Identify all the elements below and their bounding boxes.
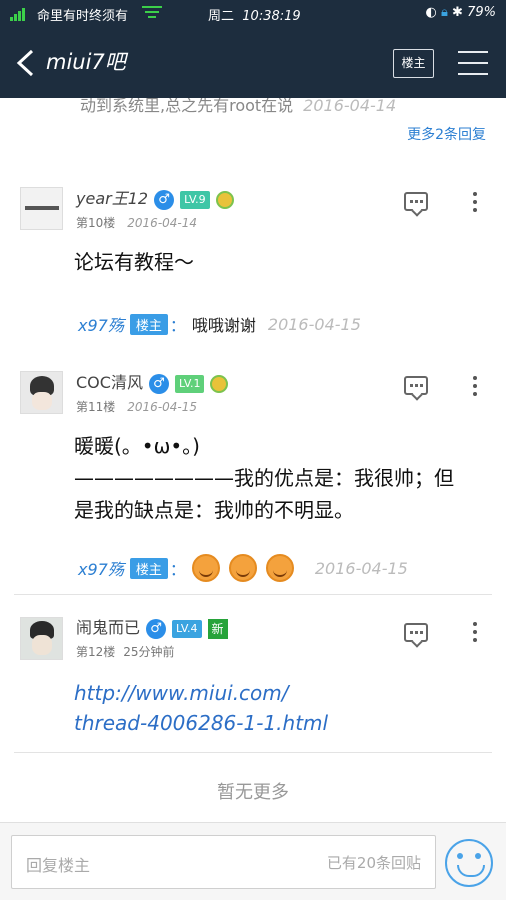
smile-emoji-icon: [191, 554, 220, 582]
more-options-icon[interactable]: [472, 376, 478, 396]
floor-meta: 第11楼 2016-04-15: [76, 400, 198, 414]
reply-user[interactable]: x97殇: [78, 556, 124, 580]
signal-icon: [10, 8, 28, 21]
username[interactable]: 闹鬼而已 ♂ LV.4 新: [76, 614, 228, 639]
avatar[interactable]: [20, 187, 63, 230]
reply-date: 2016-04-15: [267, 314, 361, 334]
avatar[interactable]: [20, 617, 63, 660]
level-badge: LV.9: [180, 190, 210, 209]
sub-reply: x97殇 楼主 ： 哦哦谢谢 2016-04-15: [78, 310, 361, 338]
battery-level: 79%: [467, 5, 496, 20]
reply-user[interactable]: x97殇: [78, 312, 124, 336]
smile-emoji-icon: [228, 554, 257, 582]
back-button[interactable]: [14, 48, 38, 78]
avatar[interactable]: [20, 371, 63, 414]
divider: [14, 752, 492, 753]
menu-button[interactable]: [458, 51, 488, 75]
clock: 周二 10:38:19: [208, 9, 301, 24]
reply-placeholder: 回复楼主: [26, 856, 91, 875]
reply-text: 哦哦谢谢: [191, 316, 256, 335]
reply-count: 已有20条回贴: [326, 854, 421, 872]
level-badge: LV.4: [172, 619, 202, 638]
thread-content: 动到系统里,总之先有root在说 2016-04-14 更多2条回复 year王1…: [0, 98, 506, 822]
app-header: miui7吧 楼主: [0, 28, 506, 98]
medal-icon: [210, 374, 229, 393]
male-icon: ♂: [154, 189, 175, 210]
floor-meta: 第12楼 25分钟前: [76, 645, 175, 659]
lock-icon: 🔒︎: [440, 5, 448, 20]
chevron-left-icon: [16, 49, 34, 77]
status-bar: 命里有时终须有 周二 10:38:19 ◐ 🔒︎ ✱ 79%: [0, 0, 506, 28]
carrier-name: 命里有时终须有: [37, 9, 129, 24]
wifi-icon: [142, 6, 162, 20]
post-link[interactable]: http://www.miui.com/ thread-4006286-1-1.…: [74, 678, 328, 738]
male-icon: ♂: [148, 373, 169, 394]
reply-date: 2016-04-15: [314, 558, 408, 578]
comment-icon[interactable]: [404, 192, 428, 211]
page-title: miui7吧: [46, 50, 126, 74]
male-icon: ♂: [146, 618, 167, 639]
previous-floor-text: 动到系统里,总之先有root在说 2016-04-14: [80, 98, 397, 115]
sub-reply: x97殇 楼主 ： 2016-04-15: [78, 552, 408, 584]
no-more-label: 暂无更多: [217, 782, 289, 803]
level-badge: LV.1: [174, 374, 205, 393]
more-options-icon[interactable]: [472, 192, 478, 212]
smile-emoji-icon: [265, 554, 294, 582]
only-op-button[interactable]: 楼主: [393, 49, 434, 78]
op-tag: 楼主: [129, 313, 168, 335]
comment-icon[interactable]: [404, 623, 428, 642]
more-replies-link[interactable]: 更多2条回复: [407, 124, 486, 144]
username[interactable]: COC清风 ♂ LV.1: [76, 369, 229, 394]
medal-icon: [215, 190, 234, 209]
bluetooth-icon: ✱: [452, 5, 463, 20]
new-badge: 新: [207, 618, 228, 639]
op-tag: 楼主: [129, 557, 168, 579]
floor-meta: 第10楼 2016-04-14: [76, 216, 198, 230]
reply-input[interactable]: 回复楼主 已有20条回贴: [11, 835, 436, 889]
reply-bar: 回复楼主 已有20条回贴: [0, 822, 506, 900]
emoji-icon[interactable]: [445, 839, 493, 887]
post-content: 论坛有教程～: [74, 250, 194, 274]
post-content: 暖暖(。•ω•。) ————————我的优点是：我很帅；但 是我的缺点是：我帅的…: [74, 434, 454, 522]
comment-icon[interactable]: [404, 376, 428, 395]
more-options-icon[interactable]: [472, 622, 478, 642]
system-icons: ◐ 🔒︎ ✱ 79%: [426, 5, 497, 20]
divider: [14, 594, 492, 595]
vpn-icon: ◐: [425, 5, 437, 20]
username[interactable]: year王12 ♂ LV.9: [76, 185, 234, 210]
